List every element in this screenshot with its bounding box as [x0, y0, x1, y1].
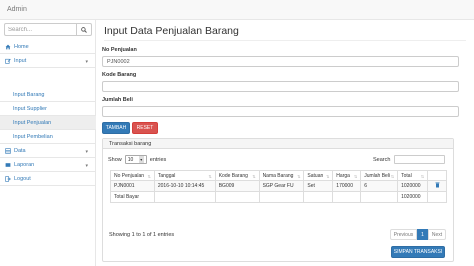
sidebar-item-label: Laporan	[14, 161, 35, 168]
pagination-previous[interactable]: Previous	[390, 229, 417, 240]
sidebar-item-input[interactable]: Input ▾	[0, 54, 96, 68]
report-icon	[5, 162, 11, 168]
sidebar-item-label: Input	[14, 57, 27, 64]
chevron-down-icon: ▾	[85, 163, 88, 169]
column-header-tanggal[interactable]: Tanggal ⇅	[153, 170, 216, 181]
total-bayar-value: 1020000	[397, 191, 429, 203]
column-header-harga[interactable]: Harga ⇅	[332, 170, 362, 181]
transaksi-panel: Transaksi barang Show 10 ▾ entries Searc…	[102, 138, 454, 262]
sidebar-item-data[interactable]: Data ▾	[0, 144, 96, 158]
dropdown-arrow-icon: ▾	[138, 156, 144, 163]
column-header-no-penjualan[interactable]: No Penjualan ⇅	[110, 170, 155, 181]
entries-select[interactable]: 10 ▾	[124, 155, 147, 164]
no-penjualan-label: No Penjualan	[102, 47, 137, 53]
cell-nama-barang: SGP Gear FU	[258, 180, 305, 192]
edit-icon	[5, 58, 11, 64]
cell-satuan: Set	[303, 180, 334, 192]
entries-label: entries	[149, 156, 167, 163]
pagination: Previous 1 Next	[390, 229, 446, 240]
pagination-next[interactable]: Next	[428, 229, 446, 240]
top-navbar: Admin	[0, 0, 474, 20]
sidebar-item-label: Input Supplier	[13, 105, 47, 112]
sort-icon: ⇅	[420, 173, 425, 179]
cell-kode-barang: BG009	[214, 180, 260, 192]
column-header-total[interactable]: Total ⇅	[397, 170, 429, 181]
app-brand[interactable]: Admin	[7, 6, 27, 13]
transaksi-table: No Penjualan ⇅ Tanggal ⇅ Kode Barang ⇅ Nama…	[110, 170, 447, 203]
sidebar-item-input-penjualan[interactable]: Input Penjualan	[0, 116, 96, 130]
cell-total: 1020000	[397, 180, 429, 192]
page-title: Input Data Penjualan Barang	[104, 25, 239, 37]
column-header-nama-barang[interactable]: Nama Barang ⇅	[258, 170, 305, 181]
sidebar-item-label: Input Pembelian	[13, 133, 53, 140]
jumlah-beli-input[interactable]	[102, 106, 459, 117]
entries-value: 10	[127, 156, 134, 163]
chevron-down-icon: ▾	[85, 149, 88, 155]
sort-icon: ⇅	[325, 173, 330, 179]
kode-barang-input[interactable]	[102, 81, 459, 92]
trash-icon	[435, 182, 440, 188]
column-header-satuan[interactable]: Satuan ⇅	[303, 170, 334, 181]
pagination-page-1[interactable]: 1	[417, 229, 428, 240]
sort-icon: ⇅	[353, 173, 358, 179]
sort-icon: ⇅	[297, 173, 301, 179]
main-content: Input Data Penjualan Barang No Penjualan…	[96, 20, 474, 266]
table-info: Showing 1 to 1 of 1 entries	[109, 232, 175, 238]
sidebar-search-button[interactable]	[77, 23, 92, 36]
table-search-label: Search	[373, 156, 391, 163]
table-row: PJN0001 2016-10-10 10:14:45 BG009 SGP Ge…	[110, 180, 447, 192]
sidebar-item-input-pembelian[interactable]: Input Pembelian	[0, 130, 96, 144]
sidebar-item-label: Input Penjualan	[13, 119, 52, 126]
sidebar: Home Input ▾ Input Barang Input Supplier…	[0, 20, 96, 266]
panel-heading: Transaksi barang	[103, 139, 453, 149]
sidebar-item-input-supplier[interactable]: Input Supplier	[0, 102, 96, 116]
no-penjualan-input[interactable]: PJN0002	[102, 56, 459, 67]
jumlah-beli-label: Jumlah Beli	[102, 97, 133, 103]
sort-icon: ⇅	[390, 173, 395, 179]
sidebar-item-label: Logout	[14, 175, 31, 182]
show-label: Show	[108, 156, 122, 163]
column-header-jumlah-beli[interactable]: Jumlah Beli ⇅	[360, 170, 399, 181]
column-header-action	[427, 170, 447, 181]
sidebar-search	[4, 23, 92, 36]
cell-tanggal: 2016-10-10 10:14:45	[153, 180, 216, 192]
sidebar-item-logout[interactable]: Logout	[0, 172, 96, 186]
home-icon	[5, 44, 11, 50]
sidebar-item-label: Data	[14, 147, 26, 154]
cell-jumlah-beli: 6	[360, 180, 399, 192]
sidebar-item-label: Input Barang	[13, 91, 45, 98]
simpan-transaksi-button[interactable]: SIMPAN TRANSAKSI	[391, 246, 445, 258]
sort-icon: ⇅	[208, 173, 212, 179]
reset-button[interactable]: RESET	[132, 122, 158, 134]
sidebar-item-home[interactable]: Home	[0, 40, 96, 54]
delete-row-button[interactable]	[427, 180, 447, 192]
table-search: Search	[373, 155, 446, 164]
sort-icon: ⇅	[147, 173, 151, 179]
kode-barang-label: Kode Barang	[102, 72, 137, 78]
table-icon	[5, 147, 11, 154]
table-search-input[interactable]	[394, 155, 446, 164]
cell-harga: 170000	[332, 180, 362, 192]
cell-no-penjualan: PJN0001	[110, 180, 155, 192]
table-header-row: No Penjualan ⇅ Tanggal ⇅ Kode Barang ⇅ Nama…	[110, 170, 447, 181]
sidebar-item-label: Home	[14, 43, 29, 50]
entries-length-control: Show 10 ▾ entries	[108, 155, 166, 164]
total-bayar-label: Total Bayar	[110, 191, 155, 203]
tambah-button[interactable]: TAMBAH	[102, 122, 130, 134]
sidebar-search-input[interactable]	[4, 23, 77, 36]
column-header-kode-barang[interactable]: Kode Barang ⇅	[214, 170, 260, 181]
title-divider	[104, 40, 466, 41]
total-row: Total Bayar 1020000	[110, 191, 447, 203]
sidebar-item-laporan[interactable]: Laporan ▾	[0, 158, 96, 172]
sort-icon: ⇅	[252, 173, 256, 179]
chevron-down-icon: ▾	[85, 59, 88, 65]
logout-icon	[5, 175, 11, 182]
search-icon	[81, 26, 87, 33]
sidebar-item-input-barang[interactable]: Input Barang	[0, 88, 96, 102]
